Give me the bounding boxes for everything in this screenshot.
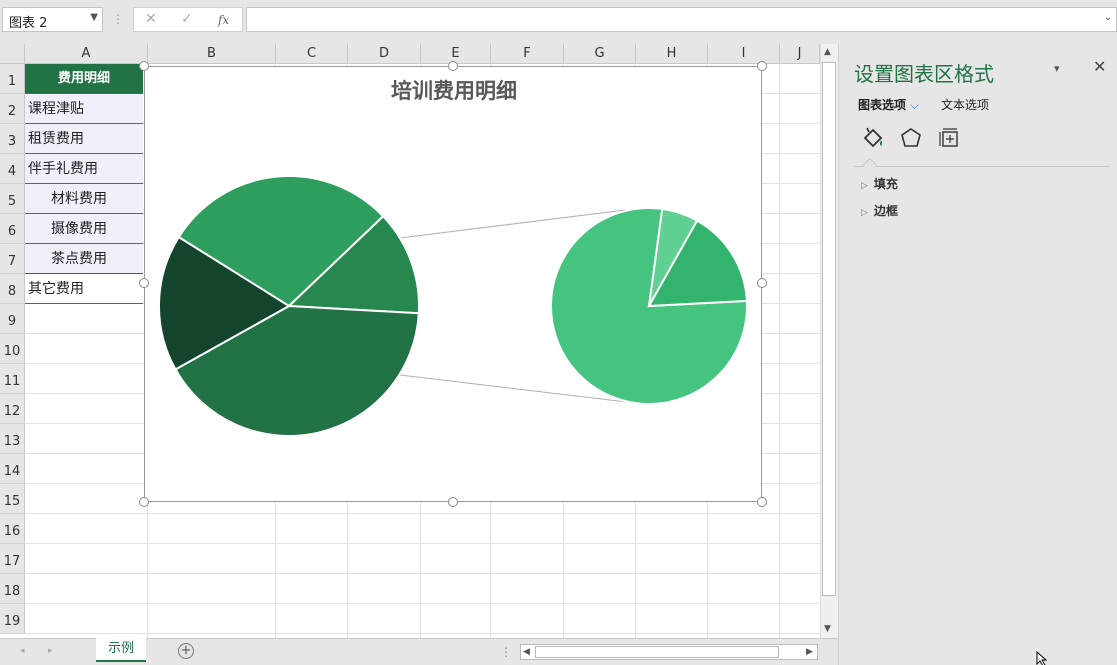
row-header-16[interactable]: 16 <box>0 514 25 544</box>
tab-text-options[interactable]: 文本选项 <box>941 96 989 113</box>
cell-A6[interactable]: 摄像费用 <box>25 214 143 244</box>
pane-options-icon[interactable]: ▾ <box>1054 62 1060 75</box>
scroll-right-icon[interactable]: ▶ <box>806 647 813 657</box>
row-header-12[interactable]: 12 <box>0 394 25 424</box>
mouse-cursor-icon <box>1036 651 1048 665</box>
grid-row-line <box>25 543 820 544</box>
row-header-8[interactable]: 8 <box>0 274 25 304</box>
prev-sheet-icon[interactable]: ◂ <box>20 646 25 656</box>
sheet-tab-active[interactable]: 示例 <box>96 638 146 662</box>
cell-A8[interactable]: 其它费用 <box>25 274 143 304</box>
pane-divider <box>854 166 1110 167</box>
enter-icon[interactable]: ✓ <box>181 11 193 27</box>
row-header-14[interactable]: 14 <box>0 454 25 484</box>
size-properties-icon[interactable] <box>936 124 964 152</box>
cell-A3[interactable]: 租赁费用 <box>25 124 143 154</box>
resize-handle[interactable] <box>139 61 149 71</box>
tab-chart-options[interactable]: 图表选项 ⌵ <box>858 96 919 113</box>
horizontal-scrollbar[interactable]: ◀ ▶ <box>520 644 818 660</box>
effects-pentagon-icon[interactable] <box>897 124 925 152</box>
expand-formula-icon[interactable]: ⌄ <box>1104 12 1112 23</box>
row-header-1[interactable]: 1 <box>0 64 25 94</box>
row-header-3[interactable]: 3 <box>0 124 25 154</box>
next-sheet-icon[interactable]: ▸ <box>48 646 53 656</box>
format-chart-area-pane: 设置图表区格式 ▾ ✕ 图表选项 ⌵ 文本选项 ▷ 填充 ▷ 边框 <box>838 44 1117 665</box>
separator-dots: ⋮ <box>112 12 124 26</box>
fill-line-icon[interactable] <box>859 124 887 152</box>
vertical-scroll-thumb[interactable] <box>822 62 836 596</box>
row-header-15[interactable]: 15 <box>0 484 25 514</box>
resize-handle[interactable] <box>757 61 767 71</box>
scroll-down-icon[interactable]: ▼ <box>824 624 831 634</box>
row-header-4[interactable]: 4 <box>0 154 25 184</box>
row-header-18[interactable]: 18 <box>0 574 25 604</box>
expand-triangle-icon[interactable]: ▷ <box>861 208 868 218</box>
chart-area[interactable]: 培训费用明细 <box>144 66 762 502</box>
close-icon[interactable]: ✕ <box>1093 57 1106 76</box>
resize-handle[interactable] <box>139 497 149 507</box>
scroll-up-icon[interactable]: ▲ <box>824 47 831 57</box>
split-handle-icon[interactable]: ⋮ <box>500 645 512 659</box>
resize-handle[interactable] <box>448 497 458 507</box>
row-header-10[interactable]: 10 <box>0 334 25 364</box>
column-header-c[interactable]: C <box>276 44 348 64</box>
formula-input[interactable]: ⌄ <box>246 7 1117 32</box>
column-header-g[interactable]: G <box>564 44 636 64</box>
column-header-d[interactable]: D <box>348 44 421 64</box>
row-header-7[interactable]: 7 <box>0 244 25 274</box>
add-sheet-icon[interactable]: + <box>178 643 194 659</box>
row-header-6[interactable]: 6 <box>0 214 25 244</box>
row-header-17[interactable]: 17 <box>0 544 25 574</box>
resize-handle[interactable] <box>448 61 458 71</box>
row-header-2[interactable]: 2 <box>0 94 25 124</box>
cell-A1[interactable]: 费用明细 <box>25 64 143 94</box>
tab-pointer <box>862 157 878 173</box>
pane-title: 设置图表区格式 <box>854 62 994 86</box>
scroll-left-icon[interactable]: ◀ <box>523 647 530 657</box>
grid-row-line <box>25 633 820 634</box>
column-header-b[interactable]: B <box>148 44 276 64</box>
tab-chart-options-label: 图表选项 <box>858 98 907 112</box>
formula-bar: 图表 2 ▼ ⋮ ✕ ✓ fx ⌄ <box>0 0 1117 40</box>
row-header-13[interactable]: 13 <box>0 424 25 454</box>
section-fill[interactable]: ▷ 填充 <box>861 175 898 192</box>
name-box-value: 图表 2 <box>9 16 48 31</box>
formula-controls: ✕ ✓ fx <box>133 7 243 32</box>
resize-handle[interactable] <box>757 497 767 507</box>
column-header-j[interactable]: J <box>780 44 820 64</box>
row-header-11[interactable]: 11 <box>0 364 25 394</box>
section-fill-label: 填充 <box>873 177 898 191</box>
column-header-f[interactable]: F <box>491 44 564 64</box>
chevron-down-icon[interactable]: ▼ <box>90 12 98 23</box>
insert-function-icon[interactable]: fx <box>218 13 229 27</box>
select-all-corner[interactable] <box>0 44 25 64</box>
column-header-i[interactable]: I <box>708 44 780 64</box>
grid-row-line <box>25 603 820 604</box>
cell-A5[interactable]: 材料费用 <box>25 184 143 214</box>
section-border[interactable]: ▷ 边框 <box>861 202 898 219</box>
column-header-h[interactable]: H <box>636 44 708 64</box>
section-border-label: 边框 <box>873 204 898 218</box>
column-header-a[interactable]: A <box>25 44 148 64</box>
cell-A4[interactable]: 伴手礼费用 <box>25 154 143 184</box>
pie-of-pie-chart[interactable] <box>145 67 763 503</box>
row-header-5[interactable]: 5 <box>0 184 25 214</box>
expand-triangle-icon[interactable]: ▷ <box>861 181 868 191</box>
chevron-down-icon[interactable]: ⌵ <box>910 98 919 112</box>
row-header-9[interactable]: 9 <box>0 304 25 334</box>
resize-handle[interactable] <box>757 278 767 288</box>
cell-A2[interactable]: 课程津贴 <box>25 94 143 124</box>
name-box[interactable]: 图表 2 ▼ <box>2 7 103 32</box>
horizontal-scroll-thumb[interactable] <box>535 646 779 658</box>
grid-row-line <box>25 573 820 574</box>
row-header-19[interactable]: 19 <box>0 604 25 634</box>
cancel-icon[interactable]: ✕ <box>145 11 157 27</box>
worksheet-grid[interactable]: ABCDEFGHIJ 1 2 3 4 5 6 7 8 9 10 11 12 13 14 15 16 17 18 19… <box>0 44 820 638</box>
grid-row-line <box>25 513 820 514</box>
resize-handle[interactable] <box>139 278 149 288</box>
cell-A7[interactable]: 茶点费用 <box>25 244 143 274</box>
grid-column-line <box>779 64 780 638</box>
